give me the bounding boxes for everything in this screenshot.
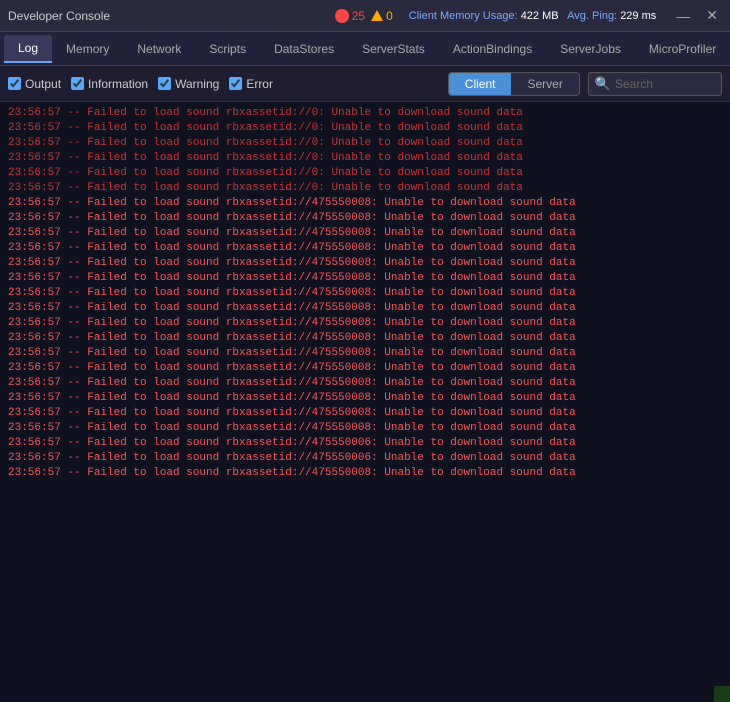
log-line: 23:56:57 -- Failed to load sound rbxasse… bbox=[6, 451, 724, 466]
memory-label: Client Memory Usage: bbox=[409, 10, 518, 22]
warning-count-group: 0 bbox=[371, 9, 393, 23]
search-input[interactable] bbox=[615, 77, 715, 91]
log-line: 23:56:57 -- Failed to load sound rbxasse… bbox=[6, 376, 724, 391]
log-line: 23:56:57 -- Failed to load sound rbxasse… bbox=[6, 256, 724, 271]
error-warning-counts: 25 0 bbox=[335, 9, 393, 23]
log-toolbar: Output Information Warning Error Client … bbox=[0, 66, 730, 102]
tab-actionbindings[interactable]: ActionBindings bbox=[439, 36, 546, 62]
server-button[interactable]: Server bbox=[511, 73, 578, 95]
tab-serverjobs[interactable]: ServerJobs bbox=[546, 36, 635, 62]
error-checkbox-group[interactable]: Error bbox=[229, 77, 273, 91]
ping-value: 229 ms bbox=[620, 10, 656, 22]
warning-checkbox[interactable] bbox=[158, 77, 171, 90]
output-checkbox-group[interactable]: Output bbox=[8, 77, 61, 91]
memory-info: Client Memory Usage: 422 MB Avg. Ping: 2… bbox=[409, 10, 656, 22]
log-line: 23:56:57 -- Failed to load sound rbxasse… bbox=[6, 286, 724, 301]
log-area[interactable]: 23:56:57 -- Failed to load sound rbxasse… bbox=[0, 102, 730, 702]
warning-label: Warning bbox=[175, 77, 219, 91]
title-bar: Developer Console 25 0 Client Memory Usa… bbox=[0, 0, 730, 32]
error-icon bbox=[335, 9, 349, 23]
log-line: 23:56:57 -- Failed to load sound rbxasse… bbox=[6, 241, 724, 256]
client-server-toggle: Client Server bbox=[448, 72, 580, 96]
error-count: 25 bbox=[352, 9, 365, 23]
log-line: 23:56:57 -- Failed to load sound rbxasse… bbox=[6, 346, 724, 361]
tab-datastores[interactable]: DataStores bbox=[260, 36, 348, 62]
title: Developer Console bbox=[8, 9, 335, 23]
error-count-group: 25 bbox=[335, 9, 365, 23]
log-line: 23:56:57 -- Failed to load sound rbxasse… bbox=[6, 421, 724, 436]
log-line: 23:56:57 -- Failed to load sound rbxasse… bbox=[6, 361, 724, 376]
filter-checkboxes: Output Information Warning Error bbox=[8, 77, 440, 91]
log-line: 23:56:57 -- Failed to load sound rbxasse… bbox=[6, 166, 724, 181]
warning-checkbox-group[interactable]: Warning bbox=[158, 77, 219, 91]
log-line: 23:56:57 -- Failed to load sound rbxasse… bbox=[6, 391, 724, 406]
tab-microprofiler[interactable]: MicroProfiler bbox=[635, 36, 730, 62]
log-line: 23:56:57 -- Failed to load sound rbxasse… bbox=[6, 196, 724, 211]
log-line: 23:56:57 -- Failed to load sound rbxasse… bbox=[6, 301, 724, 316]
minimize-button[interactable]: — bbox=[672, 6, 694, 26]
error-checkbox[interactable] bbox=[229, 77, 242, 90]
log-line: 23:56:57 -- Failed to load sound rbxasse… bbox=[6, 211, 724, 226]
warning-icon bbox=[371, 10, 383, 21]
tab-log[interactable]: Log bbox=[4, 35, 52, 63]
log-line: 23:56:57 -- Failed to load sound rbxasse… bbox=[6, 331, 724, 346]
log-line: 23:56:57 -- Failed to load sound rbxasse… bbox=[6, 151, 724, 166]
log-line: 23:56:57 -- Failed to load sound rbxasse… bbox=[6, 121, 724, 136]
information-label: Information bbox=[88, 77, 148, 91]
tab-memory[interactable]: Memory bbox=[52, 36, 123, 62]
search-box[interactable]: 🔍 bbox=[588, 72, 722, 96]
log-line: 23:56:57 -- Failed to load sound rbxasse… bbox=[6, 436, 724, 451]
log-line: 23:56:57 -- Failed to load sound rbxasse… bbox=[6, 271, 724, 286]
output-label: Output bbox=[25, 77, 61, 91]
close-button[interactable]: ✕ bbox=[702, 5, 722, 26]
tab-network[interactable]: Network bbox=[123, 36, 195, 62]
output-checkbox[interactable] bbox=[8, 77, 21, 90]
nav-tabs: Log Memory Network Scripts DataStores Se… bbox=[0, 32, 730, 66]
log-line: 23:56:57 -- Failed to load sound rbxasse… bbox=[6, 316, 724, 331]
memory-value: 422 MB bbox=[521, 10, 559, 22]
tab-scripts[interactable]: Scripts bbox=[195, 36, 260, 62]
window-controls[interactable]: — ✕ bbox=[672, 5, 722, 26]
tab-serverstats[interactable]: ServerStats bbox=[348, 36, 439, 62]
log-line: 23:56:57 -- Failed to load sound rbxasse… bbox=[6, 466, 724, 481]
log-line: 23:56:57 -- Failed to load sound rbxasse… bbox=[6, 406, 724, 421]
warning-count: 0 bbox=[386, 9, 393, 23]
client-button[interactable]: Client bbox=[449, 73, 512, 95]
log-line: 23:56:57 -- Failed to load sound rbxasse… bbox=[6, 106, 724, 121]
status-bar bbox=[714, 686, 730, 702]
log-line: 23:56:57 -- Failed to load sound rbxasse… bbox=[6, 226, 724, 241]
search-icon: 🔍 bbox=[595, 76, 611, 92]
information-checkbox[interactable] bbox=[71, 77, 84, 90]
error-label: Error bbox=[246, 77, 273, 91]
log-line: 23:56:57 -- Failed to load sound rbxasse… bbox=[6, 136, 724, 151]
information-checkbox-group[interactable]: Information bbox=[71, 77, 148, 91]
log-line: 23:56:57 -- Failed to load sound rbxasse… bbox=[6, 181, 724, 196]
ping-label: Avg. Ping: bbox=[567, 10, 617, 22]
